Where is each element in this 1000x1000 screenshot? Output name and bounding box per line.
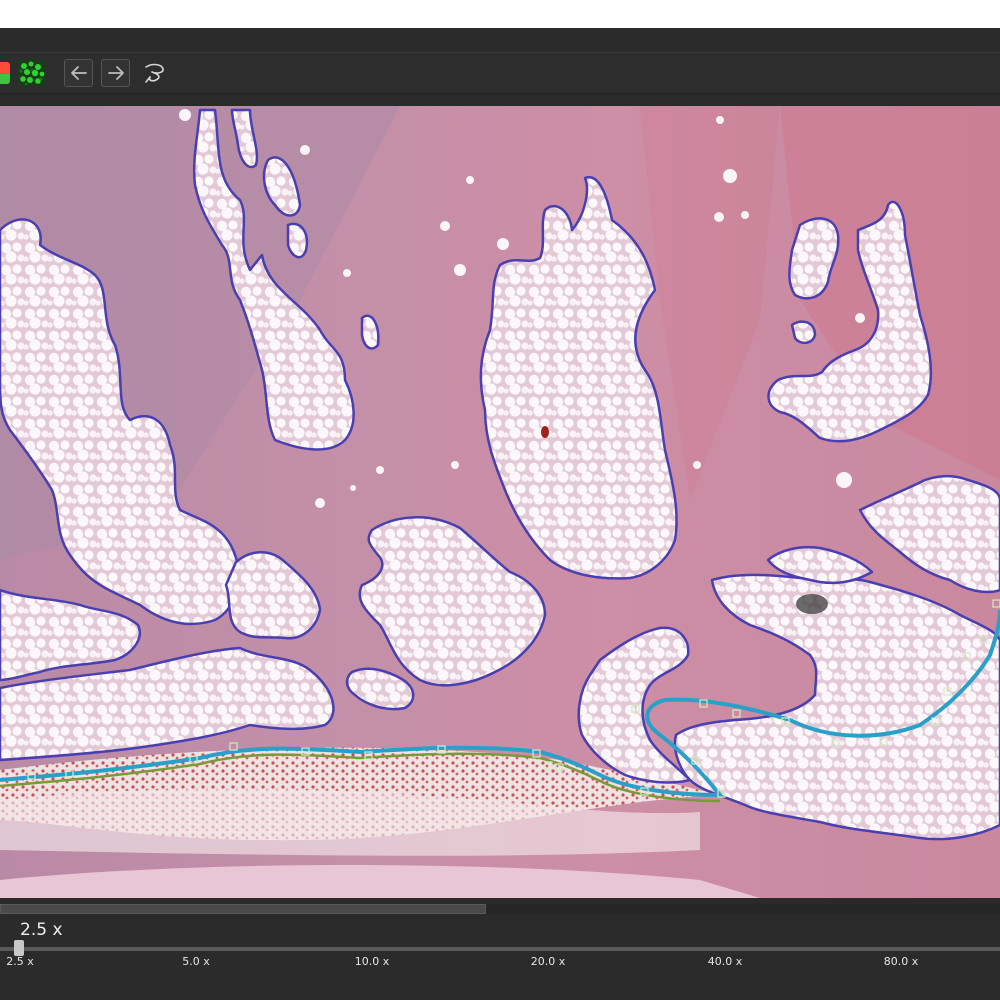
color-swatch-tool[interactable] <box>0 59 10 87</box>
zoom-tick-label: 20.0 x <box>530 955 566 968</box>
tissue-detect-tool[interactable] <box>16 59 48 87</box>
zoom-tick-label: 5.0 x <box>182 955 210 968</box>
annotation-toolbar <box>0 53 1000 94</box>
zoom-level-label: 2.5 x <box>20 920 63 940</box>
zoom-slider[interactable] <box>0 947 1000 951</box>
horizontal-scrollbar[interactable] <box>0 898 1000 920</box>
zoom-tick-label: 80.0 x <box>883 955 919 968</box>
title-bar <box>0 28 1000 53</box>
zoom-slider-handle[interactable] <box>14 940 24 956</box>
zoom-tick-label: 10.0 x <box>354 955 390 968</box>
redo-button[interactable] <box>101 59 130 87</box>
red-green-swatch-icon <box>0 62 10 84</box>
lasso-tool-button[interactable] <box>140 59 170 87</box>
arrow-right-icon <box>107 66 124 80</box>
arrow-left-icon <box>70 66 87 80</box>
lasso-icon <box>145 63 164 83</box>
viewer-frame <box>0 94 1000 106</box>
undo-button[interactable] <box>64 59 93 87</box>
slide-viewer[interactable] <box>0 106 1000 898</box>
zoom-tick-label: 40.0 x <box>707 955 743 968</box>
zoom-tick-label: 2.5 x <box>6 955 34 968</box>
scrollbar-thumb[interactable] <box>0 904 486 914</box>
zoom-panel: 2.5 x 2.5 x 5.0 x 10.0 x 20.0 x 40.0 x 8… <box>0 920 1000 1000</box>
tissue-slide-image <box>0 106 1000 898</box>
green-cells-icon <box>18 60 46 86</box>
